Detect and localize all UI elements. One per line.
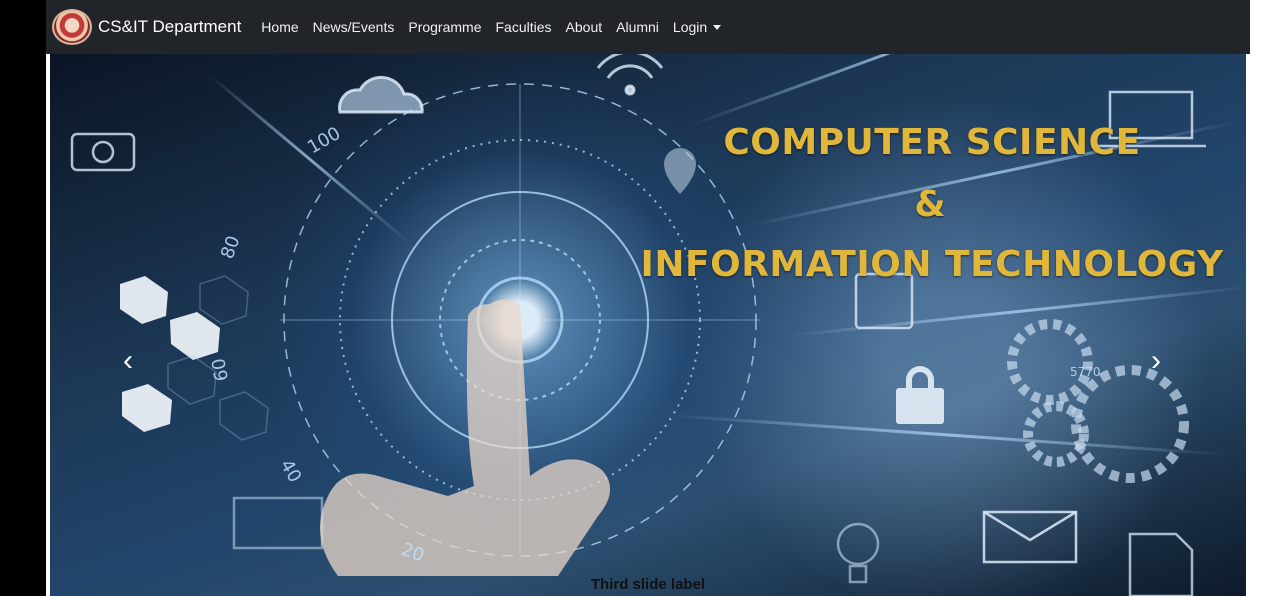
hero-carousel: 100 80 60 40 20 5770 COMPUTER SCIENCE & … [50,54,1246,596]
nav-menu: Home News/Events Programme Faculties Abo… [261,19,735,35]
gear-label: 5770 [1070,365,1101,379]
brand-text: CS&IT Department [98,17,242,36]
cloud-icon [338,75,424,114]
caret-down-icon [713,25,722,30]
navbar: CS&IT Department Home News/Events Progra… [46,0,1250,54]
screen-left-edge [0,0,46,596]
carousel-prev-button[interactable]: ‹ [108,336,148,386]
pointing-hand [320,299,611,576]
dial-label: 80 [217,233,245,262]
padlock-icon [896,366,944,424]
monitor-icon [232,496,324,550]
dial-label: 40 [276,456,306,486]
headline-line-3: INFORMATION TECHNOLOGY [640,244,1224,285]
chevron-right-icon: › [1151,344,1161,377]
chevron-left-icon: ‹ [123,344,133,377]
nav-alumni[interactable]: Alumni [616,19,659,35]
dial-label: 60 [208,357,233,383]
nav-about[interactable]: About [566,19,603,35]
hexagon-outlines [167,275,269,441]
headline-line-2: & [914,184,946,225]
page: CS&IT Department Home News/Events Progra… [46,0,1250,596]
screen-right-edge [1250,0,1280,596]
camera-icon [70,132,136,172]
dial-label: 100 [304,123,344,158]
login-label: Login [672,19,708,35]
slide-caption: Third slide label [590,576,706,593]
location-pin-icon [664,148,696,194]
wifi-icon [596,54,664,96]
nav-programme[interactable]: Programme [408,19,481,35]
nav-login-dropdown[interactable]: Login [672,19,722,35]
lightbulb-icon [836,522,880,584]
nav-home[interactable]: Home [261,19,298,35]
headline-line-1: COMPUTER SCIENCE [723,122,1141,163]
department-logo [52,9,92,45]
nav-faculties[interactable]: Faculties [496,19,552,35]
nav-news-events[interactable]: News/Events [313,19,395,35]
envelope-icon [982,510,1078,564]
carousel-next-button[interactable]: › [1136,336,1176,386]
brand-link[interactable]: CS&IT Department [52,9,241,45]
